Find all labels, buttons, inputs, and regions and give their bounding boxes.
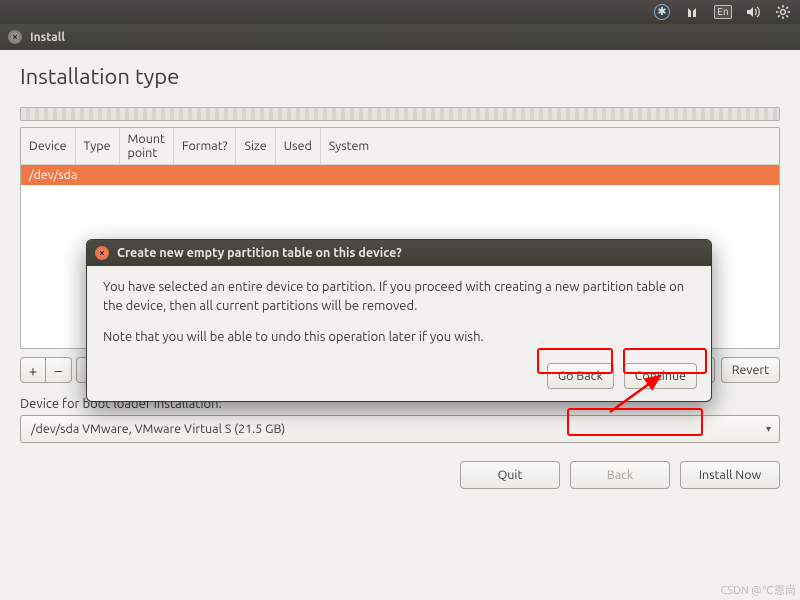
system-menubar: ✱ En — [0, 0, 800, 24]
quit-button[interactable]: Quit — [460, 461, 560, 489]
boot-loader-device-value: /dev/sda VMware, VMware Virtual S (21.5 … — [31, 422, 285, 436]
dialog-titlebar: × Create new empty partition table on th… — [87, 240, 711, 266]
chevron-down-icon: ▾ — [766, 423, 771, 435]
back-button[interactable]: Back — [570, 461, 670, 489]
install-now-button[interactable]: Install Now — [680, 461, 780, 489]
wizard-footer: Quit Back Install Now — [20, 461, 780, 489]
dialog-paragraph: Note that you will be able to undo this … — [103, 328, 695, 347]
watermark: CSDN @℃恩尚 — [720, 582, 796, 598]
col-mountpoint[interactable]: Mount point — [119, 128, 173, 165]
col-system[interactable]: System — [320, 128, 779, 165]
close-icon[interactable]: × — [95, 246, 109, 260]
gear-icon[interactable] — [776, 5, 790, 19]
col-used[interactable]: Used — [275, 128, 320, 165]
col-type[interactable]: Type — [75, 128, 119, 165]
col-device[interactable]: Device — [21, 128, 75, 165]
page-title: Installation type — [0, 50, 800, 107]
col-format[interactable]: Format? — [173, 128, 236, 165]
installer-window: Installation type Device Type Mount poin… — [0, 50, 800, 497]
go-back-button[interactable]: Go Back — [547, 363, 614, 389]
remove-partition-button[interactable]: − — [46, 357, 72, 383]
close-icon[interactable]: × — [8, 30, 22, 44]
confirm-new-partition-table-dialog: × Create new empty partition table on th… — [86, 239, 712, 402]
device-cell: /dev/sda — [21, 165, 779, 186]
table-row[interactable]: /dev/sda — [21, 165, 779, 186]
window-title: Install — [30, 31, 65, 44]
volume-icon[interactable] — [746, 6, 762, 18]
col-size[interactable]: Size — [236, 128, 275, 165]
accessibility-icon[interactable]: ✱ — [654, 4, 670, 20]
network-icon[interactable] — [684, 6, 700, 18]
add-partition-button[interactable]: + — [20, 357, 46, 383]
revert-button[interactable]: Revert — [721, 357, 780, 383]
disk-usage-bar — [20, 107, 780, 121]
dialog-paragraph: You have selected an entire device to pa… — [103, 278, 695, 316]
continue-button[interactable]: Continue — [624, 363, 697, 389]
input-source-indicator[interactable]: En — [714, 5, 732, 19]
dialog-title: Create new empty partition table on this… — [117, 246, 402, 260]
window-titlebar: × Install — [0, 24, 800, 50]
boot-loader-device-combo[interactable]: /dev/sda VMware, VMware Virtual S (21.5 … — [20, 415, 780, 443]
partition-table-header: Device Type Mount point Format? Size Use… — [21, 128, 779, 165]
